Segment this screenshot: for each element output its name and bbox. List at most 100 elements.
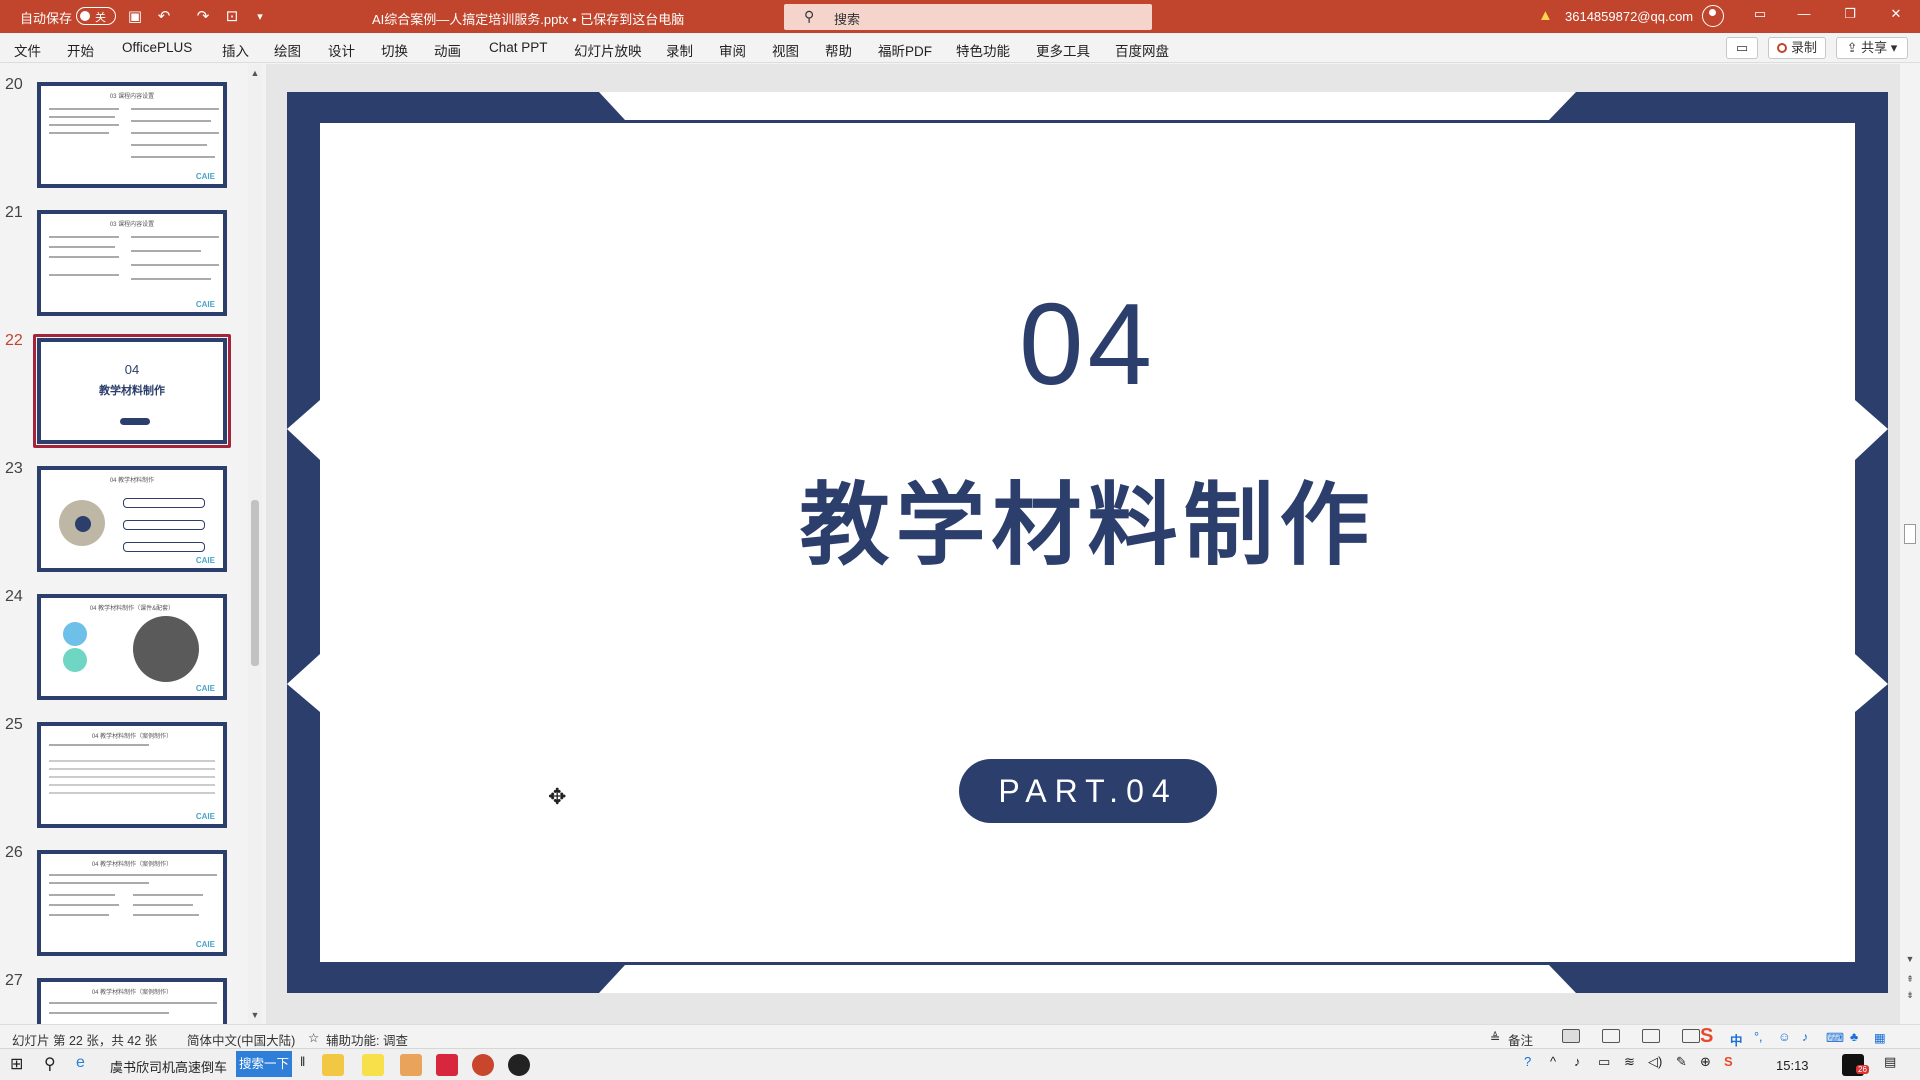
close-icon[interactable]: ✕ xyxy=(1876,6,1916,26)
accessibility-status[interactable]: 辅助功能: 调查 xyxy=(326,1030,408,1049)
notification-center-icon[interactable]: ▤ xyxy=(1884,1054,1896,1070)
wifi-icon[interactable]: ≋ xyxy=(1624,1054,1635,1070)
slide-thumbnail-26[interactable]: 04 教学材料制作（案例制作） CAIE xyxy=(37,850,227,956)
restore-icon[interactable]: ❐ xyxy=(1830,6,1870,26)
tab-chat-ppt[interactable]: Chat PPT xyxy=(489,40,548,55)
input-icon[interactable]: ⊕ xyxy=(1700,1054,1711,1070)
redo-icon[interactable]: ↷ xyxy=(193,7,213,27)
ime-mode-indicator[interactable]: 中 xyxy=(1730,1030,1743,1049)
sogou-ime-icon[interactable]: S xyxy=(1700,1025,1713,1048)
part-label[interactable]: PART.04 xyxy=(959,759,1217,823)
tab-baidu-netdisk[interactable]: 百度网盘 xyxy=(1115,40,1169,60)
current-slide[interactable]: 04 教学材料制作 PART.04 xyxy=(287,92,1888,993)
document-title[interactable]: AI综合案例—人搞定培训服务.pptx • 已保存到这台电脑 xyxy=(372,9,684,28)
tab-transitions[interactable]: 切换 xyxy=(381,40,408,60)
warning-icon[interactable]: ▲ xyxy=(1538,7,1553,24)
slide-number: 26 xyxy=(5,844,23,861)
tab-home[interactable]: 开始 xyxy=(67,40,94,60)
reading-view-icon[interactable] xyxy=(1642,1029,1660,1043)
pen-icon[interactable]: ✎ xyxy=(1676,1054,1687,1070)
show-hidden-icons[interactable]: ^ xyxy=(1550,1054,1556,1069)
autosave-toggle[interactable]: 关 xyxy=(76,7,116,25)
slide-scrollbar[interactable]: ▼ ⇞ ⇟ xyxy=(1900,64,1920,1024)
record-button[interactable]: 录制 xyxy=(1768,37,1826,59)
share-button[interactable]: ⇪ 共享 ▾ xyxy=(1836,37,1908,59)
undo-icon[interactable]: ↶ xyxy=(154,7,174,27)
slide-thumbnail-24[interactable]: 04 教学材料制作（课件&配套） CAIE xyxy=(37,594,227,700)
file-explorer-icon[interactable] xyxy=(322,1054,344,1076)
slide-thumbnail-23[interactable]: 04 教学材料制作 CAIE xyxy=(37,466,227,572)
slide-number: 23 xyxy=(5,460,23,477)
account-email[interactable]: 3614859872@qq.com xyxy=(1565,9,1693,24)
emoji-icon[interactable]: ☺ xyxy=(1778,1030,1791,1044)
tab-special-features[interactable]: 特色功能 xyxy=(956,40,1010,60)
ribbon-display-icon[interactable]: ▭ xyxy=(1740,6,1780,26)
thumb-table-row xyxy=(49,792,215,794)
scroll-up-icon[interactable]: ▲ xyxy=(250,68,260,78)
sogou-tray-icon[interactable]: S xyxy=(1724,1054,1733,1069)
slide-thumbnail-22[interactable]: 04 教学材料制作 xyxy=(37,338,227,444)
search-icon[interactable]: ⚲ xyxy=(44,1054,56,1074)
xmind-icon[interactable] xyxy=(436,1054,458,1076)
sticky-notes-icon[interactable] xyxy=(362,1054,384,1076)
slide-sorter-icon[interactable] xyxy=(1602,1029,1620,1043)
volume-icon[interactable]: ◁) xyxy=(1648,1054,1662,1070)
comments-icon[interactable]: ▭ xyxy=(1726,37,1758,59)
help-icon[interactable]: ? xyxy=(1524,1054,1531,1069)
app-icon[interactable] xyxy=(400,1054,422,1076)
thumbnail-pane[interactable]: 20 03 课程内容设置 CAIE 21 03 课程内容设置 CAIE 22 0… xyxy=(0,64,248,1024)
thumb-list-box xyxy=(123,498,205,508)
customize-quick-access-icon[interactable]: ▾ xyxy=(250,7,270,27)
scrollbar-thumb[interactable] xyxy=(1904,524,1916,544)
punctuation-icon[interactable]: °, xyxy=(1754,1030,1762,1044)
tab-slideshow[interactable]: 幻灯片放映 xyxy=(574,40,642,60)
tab-insert[interactable]: 插入 xyxy=(222,40,249,60)
avatar[interactable] xyxy=(1702,5,1724,27)
tab-draw[interactable]: 绘图 xyxy=(274,40,301,60)
section-number[interactable]: 04 xyxy=(287,277,1888,411)
tab-record[interactable]: 录制 xyxy=(666,40,693,60)
tab-more-tools[interactable]: 更多工具 xyxy=(1036,40,1090,60)
microphone-icon[interactable]: ♪ xyxy=(1574,1054,1581,1069)
skin-icon[interactable]: ♣ xyxy=(1850,1030,1858,1044)
present-icon[interactable]: ⊡ xyxy=(222,7,242,27)
slide-thumbnail-27[interactable]: 04 教学材料制作（案例制作） xyxy=(37,978,227,1024)
tab-file[interactable]: 文件 xyxy=(14,40,41,60)
tab-design[interactable]: 设计 xyxy=(328,40,355,60)
language-indicator[interactable]: 简体中文(中国大陆) xyxy=(187,1030,295,1049)
tab-view[interactable]: 视图 xyxy=(772,40,799,60)
previous-slide-icon[interactable]: ⇞ xyxy=(1905,974,1915,985)
clock[interactable]: 15:13 xyxy=(1776,1058,1809,1073)
notes-button[interactable]: 备注 xyxy=(1508,1030,1533,1049)
toolbox-icon[interactable]: ▦ xyxy=(1874,1030,1886,1045)
scroll-down-icon[interactable]: ▼ xyxy=(250,1010,260,1020)
normal-view-icon[interactable] xyxy=(1562,1029,1580,1043)
keyboard-icon[interactable]: ⌨ xyxy=(1826,1030,1844,1045)
slide-thumbnail-21[interactable]: 03 课程内容设置 CAIE xyxy=(37,210,227,316)
tab-animations[interactable]: 动画 xyxy=(434,40,461,60)
windows-start-icon[interactable]: ⊞ xyxy=(10,1054,23,1074)
search-now-button[interactable]: 搜索一下 xyxy=(236,1051,292,1077)
scroll-down-icon[interactable]: ▼ xyxy=(1905,954,1915,964)
section-title[interactable]: 教学材料制作 xyxy=(287,452,1888,582)
capcut-icon[interactable] xyxy=(508,1054,530,1076)
search-box[interactable]: ⚲ 搜索 xyxy=(784,4,1152,30)
slide-thumbnail-20[interactable]: 03 课程内容设置 CAIE xyxy=(37,82,227,188)
slideshow-view-icon[interactable] xyxy=(1682,1029,1700,1043)
thumbnail-scrollbar[interactable]: ▲ ▼ xyxy=(248,64,262,1024)
voice-input-icon[interactable]: ♪ xyxy=(1802,1030,1808,1044)
slide-thumbnail-25[interactable]: 04 教学材料制作（案例制作） CAIE xyxy=(37,722,227,828)
tab-help[interactable]: 帮助 xyxy=(825,40,852,60)
scrollbar-thumb[interactable] xyxy=(251,500,259,666)
tab-officeplus[interactable]: OfficePLUS xyxy=(122,40,192,55)
thumb-text-line xyxy=(133,894,203,896)
edge-browser-icon[interactable]: e xyxy=(76,1054,85,1072)
save-icon[interactable]: ▣ xyxy=(125,7,145,27)
tab-foxit-pdf[interactable]: 福昕PDF xyxy=(878,40,932,60)
tab-review[interactable]: 审阅 xyxy=(719,40,746,60)
news-headline[interactable]: 虞书欣司机高速倒车 xyxy=(110,1057,227,1076)
next-slide-icon[interactable]: ⇟ xyxy=(1905,990,1915,1001)
battery-icon[interactable]: ▭ xyxy=(1598,1054,1610,1070)
minimize-icon[interactable]: — xyxy=(1784,6,1824,26)
powerpoint-icon[interactable] xyxy=(472,1054,494,1076)
